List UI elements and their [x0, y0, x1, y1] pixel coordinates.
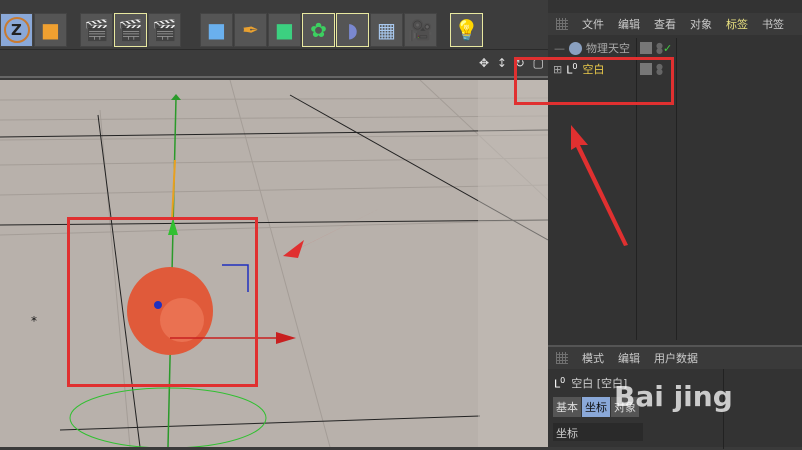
svg-text:*: * — [31, 314, 37, 328]
object-manager-menu: 文件 编辑 查看 对象 标签 书签 — [548, 13, 802, 35]
object-row-physical-sky[interactable]: — 物理天空 ● ● ✓ — [548, 38, 802, 58]
pen-icon[interactable]: ✒ — [234, 13, 267, 47]
render-picture-icon[interactable]: 🎬 — [114, 13, 147, 47]
tag-edit-icon[interactable] — [640, 42, 652, 54]
sky-icon — [569, 41, 582, 55]
menu-view[interactable]: 查看 — [654, 16, 676, 32]
menu-tags[interactable]: 标签 — [726, 16, 748, 32]
floor-icon[interactable]: ▦ — [370, 13, 403, 47]
subdivision-icon[interactable]: ■ — [268, 13, 301, 47]
render-view-icon[interactable]: 🎬 — [80, 13, 113, 47]
enabled-check-icon[interactable]: ✓ — [663, 42, 672, 55]
null-icon: L0 — [554, 375, 566, 391]
highlight-box-null — [514, 57, 674, 105]
watermark: Bai jing — [614, 380, 733, 413]
render-settings-icon[interactable]: 🎬 — [148, 13, 181, 47]
attribute-manager: 模式 编辑 用户数据 L0 空白 [空白] 基本 坐标 对象 坐标 Bai ji… — [548, 345, 802, 449]
menu-bookmarks[interactable]: 书签 — [762, 16, 784, 32]
highlight-box-sphere — [67, 217, 258, 387]
light-icon[interactable]: 💡 — [450, 13, 483, 47]
array-icon[interactable]: ✿ — [302, 13, 335, 47]
object-name[interactable]: 物理天空 — [586, 40, 630, 56]
axis-icon[interactable]: ■ — [34, 13, 67, 47]
viewport-header: ✥ ↕ ↻ ▢ — [0, 50, 548, 78]
section-header[interactable]: 坐标 — [553, 423, 643, 441]
menu-edit[interactable]: 编辑 — [618, 350, 640, 366]
camera-icon[interactable]: 🎥 — [404, 13, 437, 47]
toolbar: Z ■ 🎬 🎬 🎬 ■ ✒ ■ ✿ ◗ ▦ 🎥 💡 — [0, 10, 548, 50]
menu-objects[interactable]: 对象 — [690, 16, 712, 32]
visibility-dots-icon[interactable]: ● ● — [656, 42, 663, 55]
menu-file[interactable]: 文件 — [582, 16, 604, 32]
right-panel: 文件 编辑 查看 对象 标签 书签 — 物理天空 ● ● ✓ ⊞ L0 空白 ● ●… — [514, 0, 802, 449]
menu-user-data[interactable]: 用户数据 — [654, 350, 698, 366]
viewport[interactable]: * — [0, 79, 549, 449]
z-mode-icon[interactable]: Z — [0, 13, 33, 47]
tab-coord[interactable]: 坐标 — [582, 397, 610, 417]
grip-icon[interactable] — [556, 352, 568, 364]
grip-icon[interactable] — [556, 18, 568, 30]
attribute-menu: 模式 编辑 用户数据 — [548, 347, 802, 369]
bend-icon[interactable]: ◗ — [336, 13, 369, 47]
main-menu-bar — [0, 0, 548, 10]
tab-basic[interactable]: 基本 — [553, 397, 581, 417]
cube-icon[interactable]: ■ — [200, 13, 233, 47]
annotation-arrow — [571, 125, 628, 246]
menu-edit[interactable]: 编辑 — [618, 16, 640, 32]
menu-mode[interactable]: 模式 — [582, 350, 604, 366]
